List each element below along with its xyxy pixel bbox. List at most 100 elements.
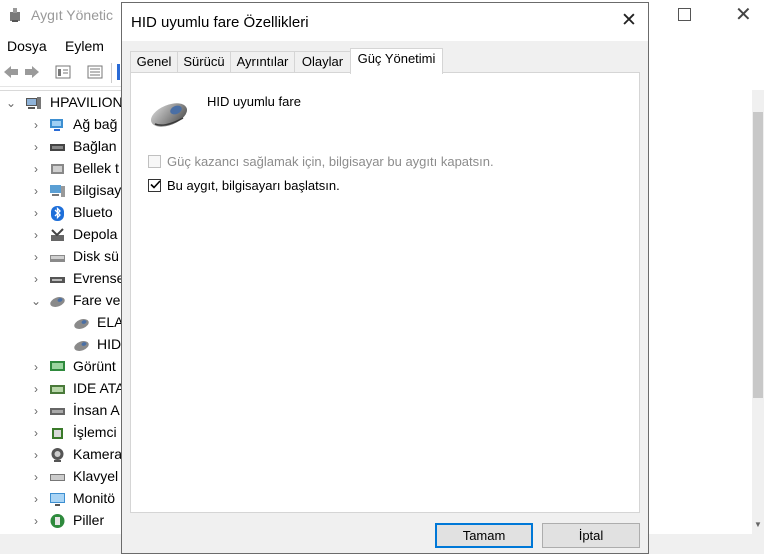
back-arrow-icon[interactable] <box>3 65 19 79</box>
mouse-icon <box>74 341 89 351</box>
dialog-close-button[interactable]: ✕ <box>617 9 641 33</box>
scroll-down-arrow-icon[interactable]: ▼ <box>754 520 762 529</box>
tree-category-item[interactable]: › IDE ATA <box>0 378 121 400</box>
mouse-icon <box>74 319 89 329</box>
scrollbar-thumb[interactable] <box>753 112 763 398</box>
tree-item-label: Ağ bağ <box>73 116 118 132</box>
tree-category-item[interactable]: › Bellek t <box>0 158 121 180</box>
list-view-icon[interactable] <box>87 65 103 79</box>
tree-category-item[interactable]: › Monitö <box>0 488 121 510</box>
chevron-right-icon[interactable]: › <box>29 426 43 440</box>
tree-item-label: Evrense <box>73 270 121 286</box>
display-adapter-icon <box>50 361 65 371</box>
chevron-right-icon[interactable]: › <box>29 250 43 264</box>
toolbar <box>0 60 130 87</box>
computer-icon <box>26 97 41 109</box>
chevron-right-icon[interactable]: › <box>29 382 43 396</box>
checkmark-icon <box>150 180 161 189</box>
tree-category-item[interactable]: › Bilgisay <box>0 180 121 202</box>
camera-icon <box>51 448 64 462</box>
usb-controller-icon <box>50 277 65 283</box>
tree-item-label: Bağlan <box>73 138 117 154</box>
maximize-button[interactable] <box>678 8 691 21</box>
tree-child-item[interactable]: HID <box>0 334 121 356</box>
tree-root[interactable]: ⌄ HPAVILION <box>0 92 121 114</box>
tree-category-item[interactable]: › İşlemci <box>0 422 121 444</box>
chevron-right-icon[interactable]: › <box>29 162 43 176</box>
tab-details[interactable]: Ayrıntılar <box>230 51 295 72</box>
tree-category-item[interactable]: › Klavyel <box>0 466 121 488</box>
device-manager-app-icon <box>10 8 20 22</box>
tree-category-item[interactable]: › İnsan A <box>0 400 121 422</box>
tree-category-item[interactable]: › Evrense <box>0 268 121 290</box>
chevron-right-icon[interactable]: › <box>29 448 43 462</box>
chevron-down-icon[interactable]: ⌄ <box>4 96 18 110</box>
tab-power-management[interactable]: Güç Yönetimi <box>350 48 443 74</box>
tree-category-item[interactable]: › Ağ bağ <box>0 114 121 136</box>
chevron-right-icon[interactable]: › <box>29 184 43 198</box>
tree-item-label: İnsan A <box>73 402 120 418</box>
tree-item-label: Bilgisay <box>73 182 121 198</box>
properties-dialog: HID uyumlu fare Özellikleri ✕ Genel Sürü… <box>121 2 649 554</box>
network-adapter-icon <box>50 119 63 131</box>
chevron-right-icon[interactable]: › <box>29 492 43 506</box>
tree-category-item[interactable]: › Görünt <box>0 356 121 378</box>
tree-item-label: ELA <box>97 314 121 330</box>
chevron-down-icon[interactable]: ⌄ <box>29 294 43 308</box>
tab-events[interactable]: Olaylar <box>294 51 351 72</box>
toolbar-separator <box>111 63 112 83</box>
processor-icon <box>52 428 63 439</box>
chevron-right-icon[interactable]: › <box>29 140 43 154</box>
properties-view-icon[interactable] <box>55 65 71 79</box>
menu-action[interactable]: Eylem <box>65 38 104 54</box>
tree-item-label: Piller <box>73 512 105 528</box>
cancel-button[interactable]: İptal <box>542 523 640 548</box>
tree-category-item[interactable]: › Bağlan <box>0 136 121 158</box>
tree-item-label: IDE ATA <box>73 380 121 396</box>
chevron-right-icon[interactable]: › <box>29 360 43 374</box>
toolbar-icon-partial[interactable] <box>117 64 120 80</box>
tree-item-label: Monitö <box>73 490 116 506</box>
tree-category-item[interactable]: › Depola <box>0 224 121 246</box>
tree-item-label: Fare ve <box>73 292 121 308</box>
tree-category-item[interactable]: › Kamera <box>0 444 121 466</box>
tree-category-item[interactable]: › Blueto <box>0 202 121 224</box>
tree-category-item[interactable]: ⌄ Fare ve <box>0 290 121 312</box>
chevron-right-icon[interactable]: › <box>29 206 43 220</box>
chevron-right-icon[interactable]: › <box>29 272 43 286</box>
chevron-right-icon[interactable]: › <box>29 470 43 484</box>
tree-item-label: HID <box>97 336 121 352</box>
tree-category-item[interactable]: › Disk sü <box>0 246 121 268</box>
tab-driver[interactable]: Sürücü <box>177 51 231 72</box>
dialog-title: HID uyumlu fare Özellikleri <box>131 14 309 31</box>
tab-general[interactable]: Genel <box>130 51 178 72</box>
device-manager-title: Aygıt Yönetic <box>31 7 113 23</box>
tree-item-label: Klavyel <box>73 468 119 484</box>
chevron-right-icon[interactable]: › <box>29 228 43 242</box>
close-window-button[interactable]: ✕ <box>735 2 752 27</box>
connector-icon <box>50 144 65 151</box>
hid-device-icon <box>50 408 65 415</box>
chevron-right-icon[interactable]: › <box>29 514 43 528</box>
allow-turn-off-checkbox[interactable] <box>148 155 161 168</box>
menu-file[interactable]: Dosya <box>7 38 47 54</box>
disk-drive-icon <box>50 255 65 262</box>
allow-turn-off-label: Güç kazancı sağlamak için, bilgisayar bu… <box>167 154 494 169</box>
ok-button[interactable]: Tamam <box>435 523 533 548</box>
dialog-titlebar: HID uyumlu fare Özellikleri ✕ <box>122 3 648 41</box>
chevron-right-icon[interactable]: › <box>29 118 43 132</box>
tree-category-item[interactable]: › Piller <box>0 510 121 532</box>
device-tree: ⌄ HPAVILION › Ağ bağ › Bağlan › Bellek t › Bilg… <box>0 90 121 555</box>
monitor-icon <box>50 493 65 506</box>
ide-controller-icon <box>50 385 65 394</box>
tree-item-label: Disk sü <box>73 248 119 264</box>
forward-arrow-icon[interactable] <box>24 65 40 79</box>
memory-icon <box>51 164 64 174</box>
tree-item-label: Kamera <box>73 446 121 462</box>
chevron-right-icon[interactable]: › <box>29 404 43 418</box>
allow-wake-checkbox[interactable] <box>148 179 161 192</box>
tree-child-item[interactable]: ELA <box>0 312 121 334</box>
tree-root-label: HPAVILION <box>50 94 121 110</box>
tree-item-label: Depola <box>73 226 118 242</box>
device-name: HID uyumlu fare <box>207 94 301 109</box>
